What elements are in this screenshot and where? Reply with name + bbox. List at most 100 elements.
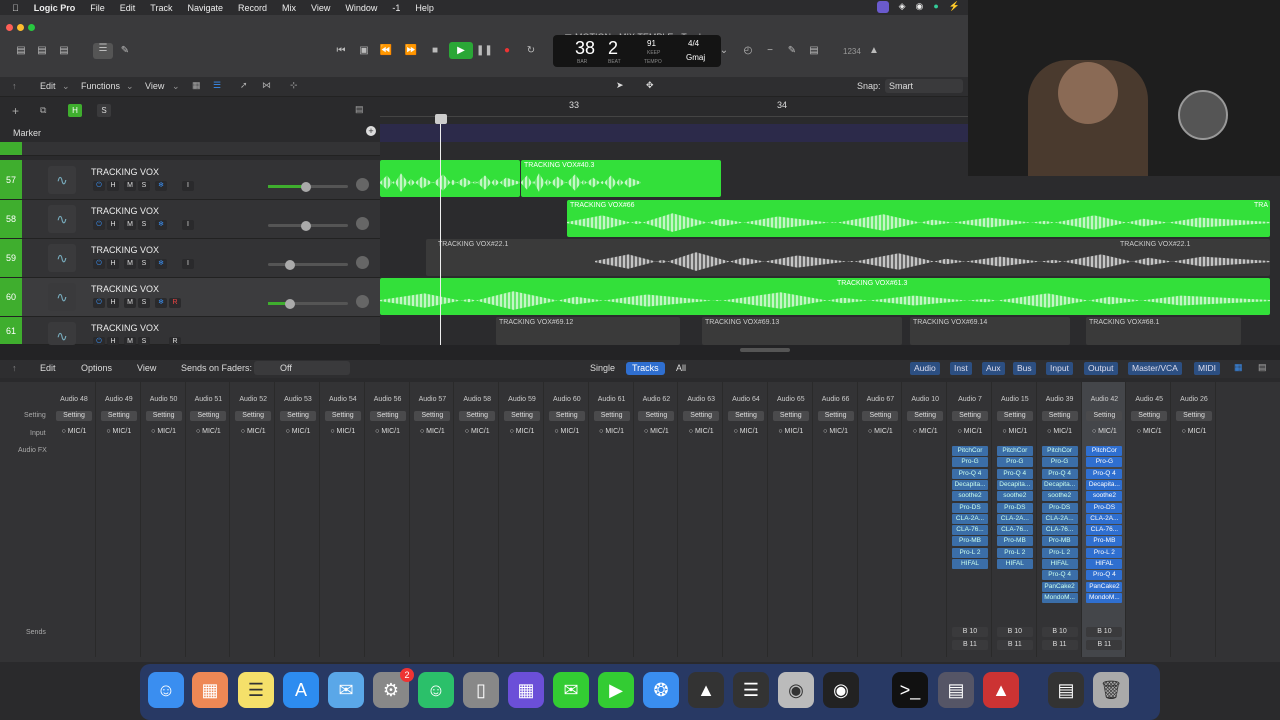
plugin-slot[interactable]: Pro-Q 4 [1041, 570, 1078, 581]
up-arrow-icon[interactable]: ↑ [12, 363, 17, 373]
input-slot[interactable]: ○ MIC/1 [547, 428, 587, 435]
plugin-slot[interactable]: Pro-L 2 [952, 547, 988, 558]
lcd-dropdown-icon[interactable]: ⌄ [716, 45, 732, 57]
track-name[interactable]: TRACKING VOX [91, 206, 159, 216]
menu-mix[interactable]: Mix [282, 3, 296, 13]
channel-name[interactable]: Audio 7 [948, 396, 992, 403]
filter-aux-button[interactable]: Aux [982, 362, 1005, 375]
input-slot[interactable]: ○ MIC/1 [54, 428, 94, 435]
solo-button[interactable]: S [138, 181, 150, 191]
plugin-slot[interactable]: PitchCor [1086, 446, 1123, 456]
safari-icon[interactable]: ❂ [643, 672, 679, 708]
facetime-icon[interactable]: ▶ [598, 672, 634, 708]
obs-icon[interactable]: ◉ [823, 672, 859, 708]
plugin-slot[interactable]: soothe2 [1086, 491, 1123, 502]
track-row-60[interactable]: 60 ∿ TRACKING VOX ⏻ H M S ❄ R [0, 278, 380, 317]
control-icon[interactable]: ◉ [915, 1, 923, 13]
status-icon[interactable] [876, 1, 889, 13]
stop-icon[interactable]: ■ [427, 45, 443, 57]
menu-window[interactable]: Window [345, 3, 377, 13]
freeze-icon[interactable]: ❄ [155, 298, 167, 308]
menu-navigate[interactable]: Navigate [187, 3, 223, 13]
plugin-slot[interactable]: soothe2 [952, 491, 988, 502]
plugin-slot[interactable]: PanCake2 [1041, 581, 1078, 592]
bolt-icon[interactable]: ⚡ [949, 1, 960, 13]
playhead-handle[interactable] [435, 114, 447, 124]
input-slot[interactable]: ○ MIC/1 [995, 428, 1035, 435]
count-in-icon[interactable]: − [762, 45, 778, 57]
menu-custom[interactable]: -1 [392, 3, 400, 13]
mixer-options-menu[interactable]: Options [81, 363, 112, 373]
iphone-mirroring-icon[interactable]: ▯ [463, 672, 499, 708]
duplicate-track-icon[interactable]: ⧉ [40, 105, 46, 116]
disk-utility-icon[interactable]: ◉ [778, 672, 814, 708]
forward-icon[interactable]: ⏩ [403, 45, 419, 57]
plugin-slot[interactable]: HIFAL [1086, 559, 1123, 569]
track-name[interactable]: TRACKING VOX [91, 284, 159, 294]
setting-button[interactable]: Setting [1086, 411, 1123, 421]
record-enable-button[interactable]: R [169, 298, 181, 308]
hide-button[interactable]: H [107, 220, 119, 230]
channel-strip[interactable]: Audio 45 Setting ○ MIC/1 [1127, 382, 1172, 657]
setting-button[interactable]: Setting [324, 411, 361, 421]
volume-fader[interactable] [268, 260, 348, 270]
plugin-slot[interactable]: Pro-L 2 [1041, 547, 1078, 558]
preview-icon[interactable]: ▤ [938, 672, 974, 708]
play-icon[interactable]: ▶ [449, 42, 473, 59]
record-icon[interactable]: ● [499, 45, 515, 57]
inspector-icon[interactable]: ▤ [34, 45, 50, 57]
channel-strip[interactable]: Audio 65 Setting ○ MIC/1 [769, 382, 813, 657]
audio-region[interactable]: TRACKING VOX#68.1 [1086, 317, 1241, 345]
channel-name[interactable]: Audio 59 [500, 396, 544, 403]
input-slot[interactable]: ○ MIC/1 [636, 428, 676, 435]
sends-on-faders-select[interactable]: Off [254, 361, 350, 375]
go-to-start-icon[interactable]: ⏮ [333, 45, 349, 57]
input-slot[interactable]: ○ MIC/1 [323, 428, 363, 435]
setting-button[interactable]: Setting [504, 411, 540, 421]
input-slot[interactable]: ○ MIC/1 [726, 428, 766, 435]
track-row-61[interactable]: 61 ∿ TRACKING VOX ⏻ H M S R [0, 317, 380, 345]
plugin-slot[interactable]: Pro-MB [1086, 536, 1123, 547]
setting-button[interactable]: Setting [280, 411, 316, 421]
channel-name[interactable]: Audio 60 [545, 396, 589, 403]
tuner-icon[interactable]: ✎ [784, 45, 800, 57]
plugin-slot[interactable]: CLA-2A... [952, 513, 988, 524]
plugin-slot[interactable]: Pro-G [996, 457, 1033, 468]
channel-strip[interactable]: Audio 56 Setting ○ MIC/1 [366, 382, 410, 657]
channel-strip[interactable]: Audio 10 Setting ○ MIC/1 [903, 382, 948, 657]
automation-icon[interactable]: ➚ [240, 80, 248, 91]
channel-strip[interactable]: Audio 61 Setting ○ MIC/1 [590, 382, 634, 657]
messages-icon[interactable]: ✉ [553, 672, 589, 708]
plugin-slot[interactable]: Pro-Q 4 [1086, 468, 1123, 479]
plugin-slot[interactable]: Pro-Q 4 [1041, 468, 1078, 479]
solo-button[interactable]: S [138, 259, 150, 269]
channel-name[interactable]: Audio 66 [814, 396, 858, 403]
metronome-icon[interactable]: ◴ [740, 45, 756, 57]
apple-icon[interactable]:  [12, 3, 19, 13]
plugin-slot[interactable]: Pro-MB [996, 536, 1033, 547]
input-slot[interactable]: ○ MIC/1 [681, 428, 721, 435]
plugin-slot[interactable]: CLA-76... [952, 525, 988, 536]
channel-name[interactable]: Audio 63 [679, 396, 723, 403]
notes-icon[interactable]: ☰ [238, 672, 274, 708]
channel-name[interactable]: Audio 39 [1038, 396, 1082, 403]
input-slot[interactable]: ○ MIC/1 [592, 428, 632, 435]
soundsource-icon[interactable]: ▦ [508, 672, 544, 708]
plugin-slot[interactable]: soothe2 [996, 491, 1033, 502]
global-hide-button[interactable]: H [68, 104, 82, 117]
channel-strip[interactable]: Audio 67 Setting ○ MIC/1 [858, 382, 903, 657]
app-store-icon[interactable]: A [283, 672, 319, 708]
window-controls[interactable] [6, 23, 39, 33]
mixer-view-menu[interactable]: View [137, 363, 156, 373]
channel-strip[interactable]: Audio 26 Setting ○ MIC/1 [1172, 382, 1216, 657]
send-slot[interactable]: B 11 [952, 640, 988, 650]
filter-inst-button[interactable]: Inst [950, 362, 972, 375]
channel-name[interactable]: Audio 62 [634, 396, 678, 403]
input-slot[interactable]: ○ MIC/1 [950, 428, 990, 435]
input-slot[interactable]: ○ MIC/1 [1129, 428, 1169, 435]
menu-help[interactable]: Help [415, 3, 434, 13]
filter-input-button[interactable]: Input [1046, 362, 1073, 375]
channel-strip[interactable]: Audio 51 Setting ○ MIC/1 [186, 382, 231, 657]
record-enable-button[interactable]: R [169, 337, 181, 345]
plugin-slot[interactable]: Pro-Q 4 [996, 468, 1033, 479]
